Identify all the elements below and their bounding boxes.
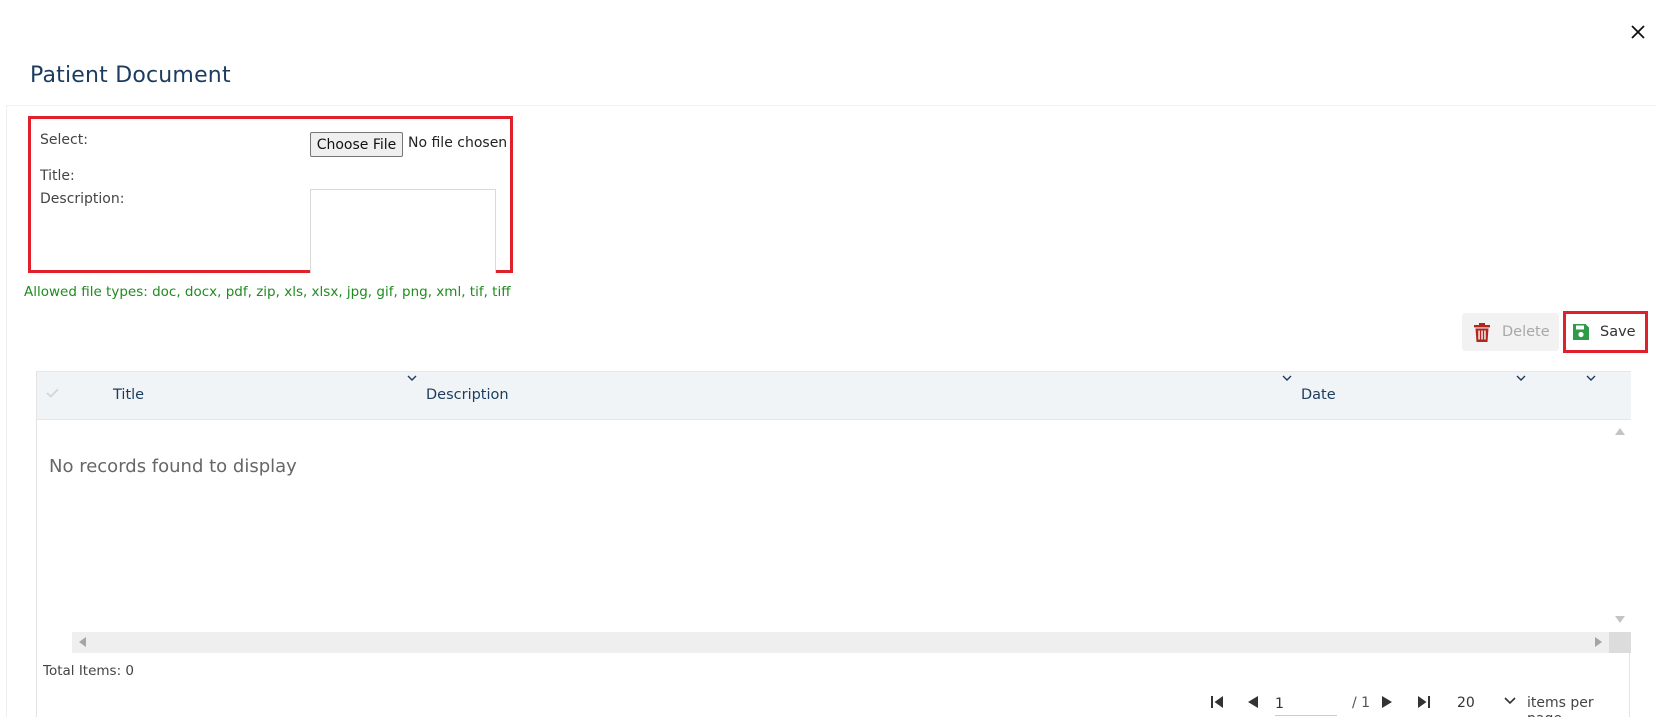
delete-button-label: Delete [1502,324,1550,340]
next-page-button[interactable] [1382,695,1393,709]
current-page-input[interactable] [1275,692,1337,716]
chevron-down-icon [1586,375,1596,381]
choose-file-button[interactable]: Choose File [310,132,403,157]
scroll-down-arrow-icon [1615,616,1625,623]
save-button-label: Save [1600,324,1636,340]
content-left-border [6,105,7,717]
allowed-file-types-note: Allowed file types: doc, docx, pdf, zip,… [24,284,511,300]
first-page-icon [1211,696,1223,708]
vertical-scrollbar[interactable] [1609,420,1631,653]
grid-options-menu-button[interactable] [1586,375,1596,382]
description-label: Description: [40,191,125,207]
check-icon [46,388,59,398]
column-header-description[interactable]: Description [426,387,509,403]
caret-left-icon [1248,696,1258,708]
select-all-checkbox[interactable] [46,388,59,398]
total-items-count: Total Items: 0 [43,663,135,679]
delete-button[interactable]: Delete [1462,313,1559,351]
dialog-title: Patient Document [30,63,231,88]
save-button[interactable]: Save [1563,311,1648,353]
documents-grid: Title Description Date No records found … [36,371,1631,717]
empty-records-message: No records found to display [49,456,297,477]
close-button[interactable] [1626,20,1650,44]
previous-page-button[interactable] [1247,695,1258,709]
page-size-select[interactable]: 20 [1457,695,1475,711]
grid-header: Title Description Date [37,371,1631,420]
chevron-down-icon [407,375,417,381]
description-column-menu-button[interactable] [1282,375,1292,382]
scroll-right-arrow-icon [1595,637,1602,647]
chevron-down-icon [1504,697,1516,705]
scrollbar-corner [1609,632,1631,653]
chevron-down-icon [1282,375,1292,381]
items-per-page-label: items per page [1527,695,1594,717]
floppy-disk-icon [1572,323,1590,341]
trash-icon [1474,322,1490,342]
horizontal-scrollbar[interactable] [72,632,1609,653]
last-page-icon [1418,696,1430,708]
last-page-button[interactable] [1417,695,1431,709]
caret-right-icon [1382,696,1392,708]
title-column-menu-button[interactable] [407,375,417,382]
header-divider [6,105,1656,106]
date-column-menu-button[interactable] [1516,375,1526,382]
column-header-date[interactable]: Date [1301,387,1336,403]
scroll-up-arrow-icon [1615,428,1625,435]
chevron-down-icon [1516,375,1526,381]
select-label: Select: [40,132,88,148]
column-header-title[interactable]: Title [113,387,144,403]
page-size-dropdown-button[interactable] [1504,697,1516,705]
total-pages-text: / 1 [1352,695,1371,711]
close-icon [1631,25,1645,39]
description-field[interactable] [310,189,496,273]
title-label: Title: [40,168,75,184]
file-status-text: No file chosen [408,135,508,151]
scroll-left-arrow-icon [79,637,86,647]
first-page-button[interactable] [1210,695,1224,709]
